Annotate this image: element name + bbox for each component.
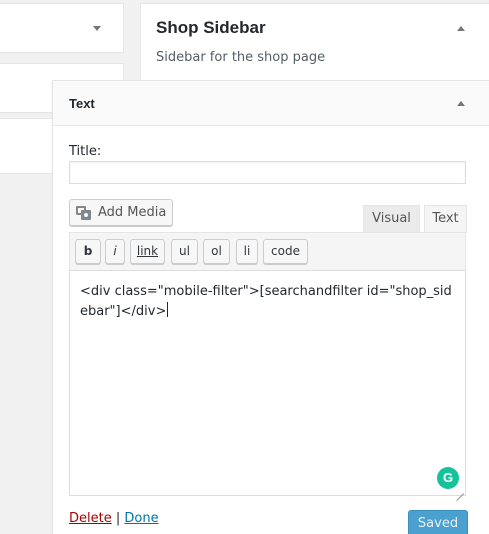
content-text: <div class="mobile-filter">[searchandfil… [80,282,455,322]
widget-control-actions: Delete | Done [69,511,159,526]
bold-button[interactable]: b [75,239,101,264]
chevron-up-icon[interactable] [457,101,465,106]
tab-text[interactable]: Text [424,205,467,233]
delete-link[interactable]: Delete [69,511,112,526]
text-widget: Text Title: Add Media Visual Text b i li… [52,80,489,534]
add-media-button[interactable]: Add Media [69,199,173,226]
resize-handle-icon[interactable] [456,486,464,494]
code-button[interactable]: code [263,239,308,264]
link-button[interactable]: link [130,239,165,264]
text-caret [167,302,169,317]
list-item-button[interactable]: li [236,239,258,264]
quicktags-toolbar: b i link ul ol li code [69,232,466,270]
media-icon [76,205,92,220]
unordered-list-button[interactable]: ul [171,239,198,264]
save-button[interactable]: Saved [408,510,468,534]
sidebar-title: Shop Sidebar [156,18,266,37]
tab-visual[interactable]: Visual [363,205,420,233]
separator: | [115,511,121,526]
title-field-label: Title: [69,144,102,159]
done-link[interactable]: Done [124,511,158,526]
italic-button[interactable]: i [105,239,125,264]
widget-area-collapsed[interactable] [0,3,124,53]
sidebar-description: Sidebar for the shop page [156,50,326,65]
chevron-up-icon[interactable] [457,26,465,31]
widgets-screen: Shop Sidebar Sidebar for the shop page T… [0,0,489,534]
add-media-label: Add Media [98,205,167,220]
chevron-down-icon[interactable] [93,26,101,31]
content-textarea[interactable]: <div class="mobile-filter">[searchandfil… [69,270,466,496]
widget-title: Text [69,96,95,111]
content-value: <div class="mobile-filter">[searchandfil… [80,284,452,319]
widget-header[interactable]: Text [53,81,489,126]
ordered-list-button[interactable]: ol [203,239,230,264]
title-input[interactable] [69,161,466,184]
